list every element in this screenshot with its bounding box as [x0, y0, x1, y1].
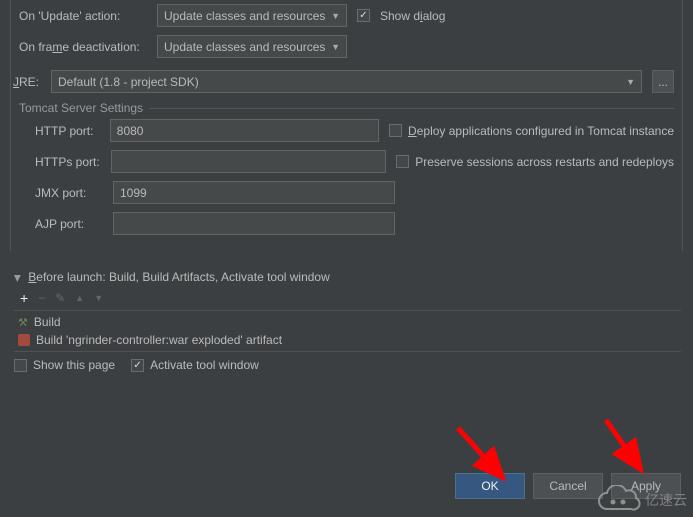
hammer-icon: ⚒	[18, 316, 28, 329]
ok-button[interactable]: OK	[455, 473, 525, 499]
deploy-check-row: Deploy applications configured in Tomcat…	[389, 124, 674, 138]
preserve-label: Preserve sessions across restarts and re…	[415, 155, 674, 169]
down-icon[interactable]: ▼	[94, 293, 103, 303]
chevron-down-icon: ▼	[626, 77, 635, 87]
on-update-row: On 'Update' action: Update classes and r…	[19, 4, 674, 27]
https-port-input[interactable]	[111, 150, 386, 173]
ajp-port-row: AJP port:	[19, 212, 674, 235]
ajp-port-input[interactable]	[113, 212, 395, 235]
chevron-down-icon: ▼	[331, 42, 340, 52]
show-page-group: Show this page	[14, 358, 115, 372]
task-build-label: Build	[34, 315, 61, 329]
up-icon[interactable]: ▲	[75, 293, 84, 303]
http-port-row: HTTP port: Deploy applications configure…	[19, 119, 674, 142]
show-page-label: Show this page	[33, 358, 115, 372]
jmx-port-row: JMX port:	[19, 181, 674, 204]
activate-checkbox[interactable]: ✓	[131, 359, 144, 372]
watermark-text: 亿速云	[645, 490, 687, 510]
on-update-value: Update classes and resources	[164, 9, 325, 23]
task-artifact-label: Build 'ngrinder-controller:war exploded'…	[36, 333, 282, 347]
artifact-icon	[18, 334, 30, 346]
https-port-label: HTTPs port:	[19, 155, 101, 169]
show-dialog-checkbox[interactable]: ✓	[357, 9, 370, 22]
task-artifact[interactable]: Build 'ngrinder-controller:war exploded'…	[14, 331, 681, 349]
before-launch-header-row[interactable]: ▶ Before launch: Build, Build Artifacts,…	[14, 270, 681, 284]
cloud-icon	[593, 485, 641, 515]
activate-label: Activate tool window	[150, 358, 259, 372]
preserve-checkbox[interactable]	[396, 155, 409, 168]
show-page-checkbox[interactable]	[14, 359, 27, 372]
jmx-port-label: JMX port:	[19, 186, 103, 200]
http-port-label: HTTP port:	[19, 124, 100, 138]
task-list: ⚒ Build Build 'ngrinder-controller:war e…	[14, 310, 681, 352]
before-launch-section: ▶ Before launch: Build, Build Artifacts,…	[14, 270, 681, 372]
on-frame-combo[interactable]: Update classes and resources ▼	[157, 35, 347, 58]
launch-check-row: Show this page ✓ Activate tool window	[14, 358, 681, 372]
watermark: 亿速云	[593, 485, 687, 515]
tomcat-section-title: Tomcat Server Settings	[19, 101, 674, 115]
deploy-label: Deploy applications configured in Tomcat…	[408, 124, 674, 138]
deploy-checkbox[interactable]	[389, 124, 402, 137]
divider	[149, 108, 674, 109]
edit-icon[interactable]: ✎	[55, 291, 65, 305]
config-panel: On 'Update' action: Update classes and r…	[10, 0, 683, 251]
show-dialog-label: Show dialog	[380, 9, 445, 23]
ajp-port-label: AJP port:	[19, 217, 103, 231]
jmx-port-input[interactable]	[113, 181, 395, 204]
on-update-combo[interactable]: Update classes and resources ▼	[157, 4, 347, 27]
on-frame-value: Update classes and resources	[164, 40, 325, 54]
on-frame-label: On frame deactivation:	[19, 40, 147, 54]
https-port-row: HTTPs port: Preserve sessions across res…	[19, 150, 674, 173]
remove-icon[interactable]: −	[38, 291, 45, 305]
task-build[interactable]: ⚒ Build	[14, 313, 681, 331]
http-port-input[interactable]	[110, 119, 379, 142]
task-toolbar: + − ✎ ▲ ▼	[20, 290, 681, 306]
preserve-check-row: Preserve sessions across restarts and re…	[396, 155, 674, 169]
add-icon[interactable]: +	[20, 290, 28, 306]
jre-combo[interactable]: Default (1.8 - project SDK) ▼	[51, 70, 642, 93]
jre-row: JRE: Default (1.8 - project SDK) ▼ ...	[13, 70, 674, 93]
jre-browse-button[interactable]: ...	[652, 70, 674, 93]
collapse-icon: ▶	[12, 275, 23, 282]
jre-value: Default (1.8 - project SDK)	[58, 75, 199, 89]
activate-group: ✓ Activate tool window	[131, 358, 259, 372]
on-update-label: On 'Update' action:	[19, 9, 147, 23]
tomcat-title: Tomcat Server Settings	[19, 101, 143, 115]
before-launch-header: Before launch: Build, Build Artifacts, A…	[28, 270, 330, 284]
jre-label: JRE:	[13, 75, 41, 89]
on-frame-row: On frame deactivation: Update classes an…	[19, 35, 674, 58]
chevron-down-icon: ▼	[331, 11, 340, 21]
